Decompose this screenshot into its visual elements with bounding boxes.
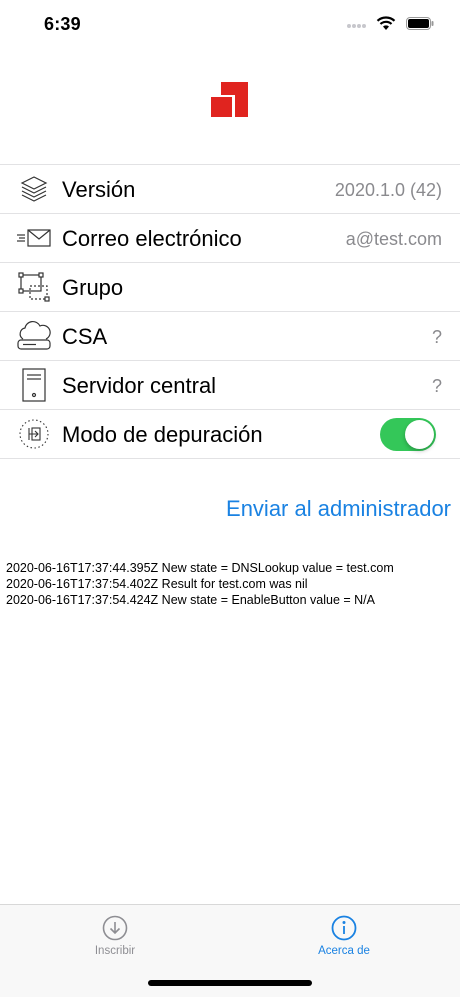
group-icon xyxy=(16,270,52,304)
row-value: ? xyxy=(431,327,442,347)
log-line: 2020-06-16T17:37:54.424Z New state = Ena… xyxy=(6,593,375,607)
log-line: 2020-06-16T17:37:54.402Z Result for test… xyxy=(6,577,308,591)
row-label: Versión xyxy=(62,177,136,202)
status-time: 6:39 xyxy=(44,14,81,34)
tab-inscribir[interactable]: Inscribir xyxy=(55,915,175,957)
status-bar: 6:39 xyxy=(0,0,460,50)
app-logo-icon xyxy=(211,82,248,117)
row-value: ? xyxy=(431,376,442,396)
battery-icon xyxy=(406,17,434,30)
row-label: Grupo xyxy=(62,275,124,300)
row-value: 2020.1.0 (42) xyxy=(334,180,442,200)
row-label: Servidor central xyxy=(62,373,217,398)
status-icons xyxy=(346,16,434,31)
download-circle-icon xyxy=(102,915,128,941)
row-label: CSA xyxy=(62,324,108,349)
send-to-admin-link[interactable]: Enviar al administrador xyxy=(226,496,451,522)
server-icon xyxy=(16,368,52,402)
tab-label: Inscribir xyxy=(94,945,136,957)
debug-icon xyxy=(16,417,52,451)
row-value: a@test.com xyxy=(345,229,442,249)
cloud-server-icon xyxy=(16,319,52,353)
row-label: Modo de depuración xyxy=(62,422,263,447)
row-csa: CSA ? xyxy=(0,312,460,361)
home-indicator xyxy=(148,980,312,986)
layers-icon xyxy=(16,172,52,206)
envelope-icon xyxy=(16,221,52,255)
log-output: 2020-06-16T17:37:44.395Z New state = DNS… xyxy=(6,560,394,608)
cellular-signal-icon xyxy=(347,23,366,28)
row-central-server: Servidor central ? xyxy=(0,361,460,410)
row-version: Versión 2020.1.0 (42) xyxy=(0,165,460,214)
wifi-icon xyxy=(376,16,396,30)
info-list: Versión 2020.1.0 (42) Correo electrónico… xyxy=(0,164,460,459)
info-circle-icon xyxy=(331,915,357,941)
log-line: 2020-06-16T17:37:44.395Z New state = DNS… xyxy=(6,561,394,575)
row-debug-mode: Modo de depuración xyxy=(0,410,460,459)
tab-label: Acerca de xyxy=(318,945,370,957)
row-email: Correo electrónico a@test.com xyxy=(0,214,460,263)
row-label: Correo electrónico xyxy=(62,226,242,251)
debug-mode-toggle[interactable] xyxy=(380,418,436,451)
row-group: Grupo xyxy=(0,263,460,312)
tab-acerca-de[interactable]: Acerca de xyxy=(284,915,404,957)
toggle-knob xyxy=(405,420,434,449)
